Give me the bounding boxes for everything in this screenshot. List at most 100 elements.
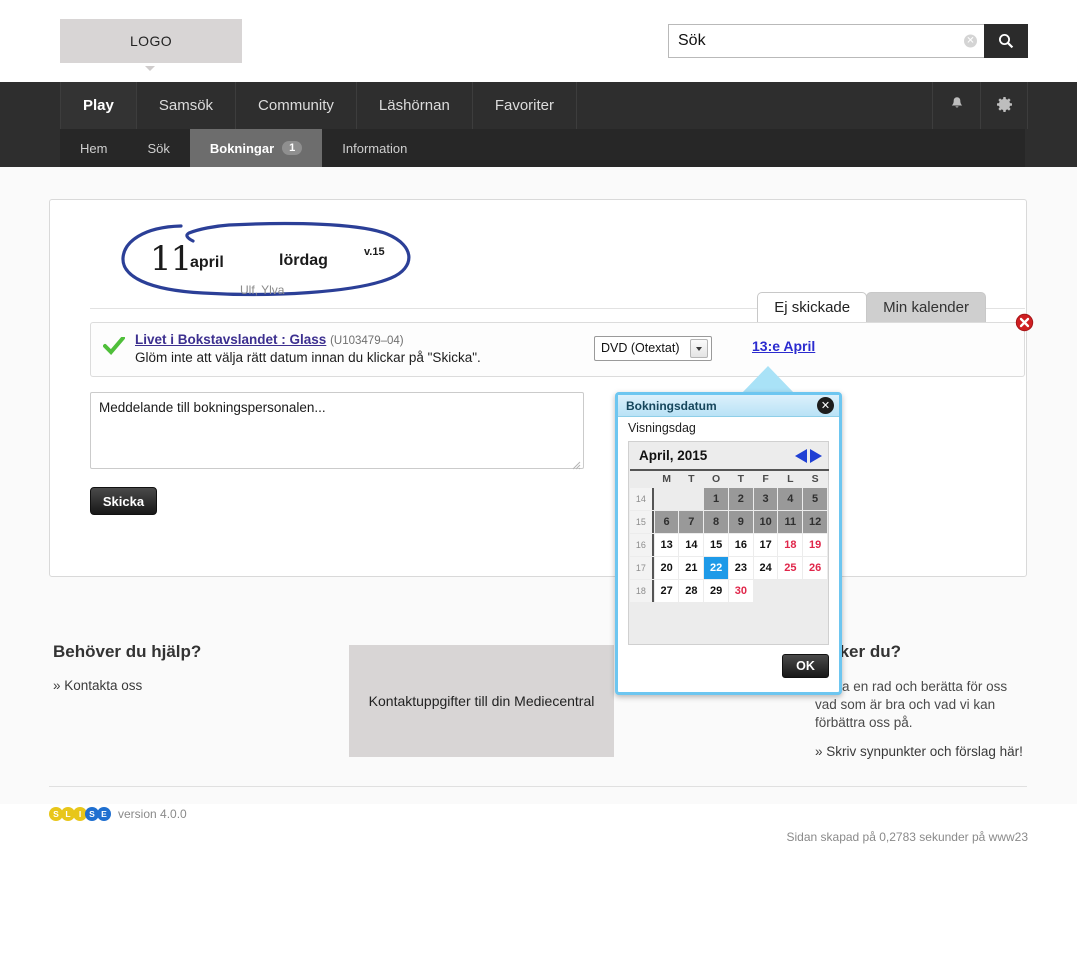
subnav-item-sok[interactable]: Sök <box>127 129 189 167</box>
calendar-day-cell: 7 <box>679 511 704 533</box>
nav-item-community[interactable]: Community <box>236 82 357 129</box>
calendar-day-cell[interactable]: 18 <box>778 534 803 556</box>
nav-item-play[interactable]: Play <box>60 82 137 129</box>
tab-min-kalender[interactable]: Min kalender <box>866 292 986 322</box>
logo: LOGO <box>60 19 242 63</box>
nav-item-samsok[interactable]: Samsök <box>137 82 237 129</box>
calendar-week-header <box>630 471 654 487</box>
calendar-day-cell: 8 <box>704 511 728 533</box>
green-check-icon <box>103 336 125 360</box>
calendar-day-cell[interactable]: 20 <box>654 557 679 579</box>
booking-note: Glöm inte att välja rätt datum innan du … <box>135 350 481 365</box>
sub-nav: Hem Sök Bokningar 1 Information <box>60 129 1025 167</box>
calendar-day-header: M <box>662 473 671 485</box>
page-footer: S L I S E version 4.0.0 Sidan skapad på … <box>0 786 1077 856</box>
contact-link[interactable]: » Kontakta oss <box>53 678 323 693</box>
calendar-day-cell[interactable]: 28 <box>679 580 704 602</box>
search-submit-button[interactable] <box>984 24 1028 58</box>
booking-date-link[interactable]: 13:e April <box>752 338 815 354</box>
subnav-item-information[interactable]: Information <box>322 129 427 167</box>
calendar-week-row: 18 27 28 29 30 <box>630 580 827 602</box>
calendar-day-cell[interactable]: 30 <box>728 580 753 602</box>
calendar-day-header: O <box>712 473 721 485</box>
date-week-number: v.15 <box>364 246 385 258</box>
calendar-day-cell[interactable]: 14 <box>679 534 704 556</box>
nav-icon-group <box>932 82 1028 129</box>
calendar-day-cell[interactable]: 19 <box>803 534 827 556</box>
calendar-day-cell[interactable]: 16 <box>728 534 753 556</box>
close-icon[interactable]: ✕ <box>817 397 834 414</box>
popup-title: Bokningsdatum <box>626 399 717 413</box>
version-label: version 4.0.0 <box>118 807 187 821</box>
calendar-widget: April, 2015 M T O T F L S 14 1 2 3 4 5 15 6 7 8 9 1… <box>628 441 829 645</box>
help-title: Behöver du hjälp? <box>53 642 202 661</box>
calendar-day-cell[interactable]: 29 <box>704 580 728 602</box>
navigation-zone: Play Samsök Community Läshörnan Favorite… <box>0 82 1077 167</box>
left-arrow-icon[interactable] <box>795 449 807 463</box>
bell-icon <box>949 96 965 116</box>
subnav-label: Sök <box>147 140 170 156</box>
nav-item-lashornan[interactable]: Läshörnan <box>357 82 473 129</box>
calendar-day-header: T <box>688 473 695 485</box>
calendar-day-cell[interactable]: 22 <box>704 557 728 579</box>
subnav-item-bokningar[interactable]: Bokningar 1 <box>189 129 323 167</box>
feedback-column: tycker du? gärna en rad och berätta för … <box>815 642 1027 759</box>
calendar-day-cell[interactable]: 27 <box>654 580 679 602</box>
calendar-day-cell[interactable]: 25 <box>778 557 803 579</box>
calendar-day-cell[interactable]: 24 <box>753 557 778 579</box>
calendar-day-cell[interactable]: 17 <box>753 534 778 556</box>
subnav-item-hem[interactable]: Hem <box>60 129 127 167</box>
calendar-header-row: M T O T F L S <box>630 471 827 487</box>
help-column: Behöver du hjälp? » Kontakta oss <box>53 642 323 693</box>
calendar-day-header: T <box>737 473 745 485</box>
booking-title-link[interactable]: Livet i Bokstavslandet : Glass <box>135 332 326 347</box>
tab-ej-skickade[interactable]: Ej skickade <box>757 292 868 322</box>
feedback-link[interactable]: » Skriv synpunkter och förslag här! <box>815 744 1027 759</box>
calendar-day-cell[interactable]: 13 <box>654 534 679 556</box>
brand-letter: E <box>97 807 111 821</box>
settings-button[interactable] <box>980 82 1028 129</box>
search-input[interactable] <box>669 25 984 57</box>
search-icon <box>998 33 1014 49</box>
booking-card: 11 april lördag v.15 Ulf, Ylva Ej skicka… <box>49 199 1034 577</box>
booking-code: (U103479–04) <box>330 335 404 347</box>
message-textarea[interactable]: Meddelande till bokningspersonalen... <box>90 392 584 469</box>
calendar-empty-cell <box>654 488 679 510</box>
subnav-label: Bokningar <box>209 140 275 156</box>
notifications-button[interactable] <box>932 82 980 129</box>
calendar-week-number: 16 <box>630 534 654 556</box>
right-arrow-icon[interactable] <box>810 449 822 463</box>
calendar-empty-cell <box>778 580 803 602</box>
format-select-value: DVD (Otextat) <box>601 341 680 355</box>
calendar-day-cell: 5 <box>803 488 827 510</box>
format-select[interactable]: DVD (Otextat) <box>594 336 712 361</box>
calendar-day-cell[interactable]: 21 <box>679 557 704 579</box>
nav-item-favoriter[interactable]: Favoriter <box>473 82 577 129</box>
popup-titlebar: Bokningsdatum ✕ <box>618 395 839 417</box>
calendar-body: 14 1 2 3 4 5 15 6 7 8 9 10 11 12 16 13 14 15 16 17 18 19 17 20 2… <box>630 488 827 602</box>
calendar-day-cell[interactable]: 23 <box>728 557 753 579</box>
calendar-day-cell: 6 <box>654 511 679 533</box>
calendar-nav <box>795 449 822 463</box>
calendar-day-cell[interactable]: 26 <box>803 557 827 579</box>
calendar-day-cell[interactable]: 15 <box>704 534 728 556</box>
calendar-week-row: 16 13 14 15 16 17 18 19 <box>630 534 827 556</box>
calendar-ok-button[interactable]: OK <box>782 654 829 678</box>
calendar-top-rule <box>630 469 829 471</box>
calendar-empty-cell <box>679 488 704 510</box>
red-delete-icon[interactable] <box>1015 313 1034 335</box>
top-header: LOGO ✕ <box>0 0 1077 82</box>
calendar-day-header: S <box>811 473 819 485</box>
calendar-week-number: 14 <box>630 488 654 510</box>
main-nav: Play Samsök Community Läshörnan Favorite… <box>60 82 577 129</box>
calendar-day-cell: 2 <box>728 488 753 510</box>
submit-button[interactable]: Skicka <box>90 487 157 515</box>
calendar-week-row: 14 1 2 3 4 5 <box>630 488 827 510</box>
clear-circle-icon[interactable]: ✕ <box>964 34 977 48</box>
gear-icon <box>996 96 1013 116</box>
date-day: 11 <box>150 239 192 279</box>
footer-divider <box>49 786 1027 787</box>
calendar-day-cell: 4 <box>778 488 803 510</box>
popup-subtitle: Visningsdag <box>628 421 696 435</box>
calendar-week-number: 15 <box>630 511 654 533</box>
